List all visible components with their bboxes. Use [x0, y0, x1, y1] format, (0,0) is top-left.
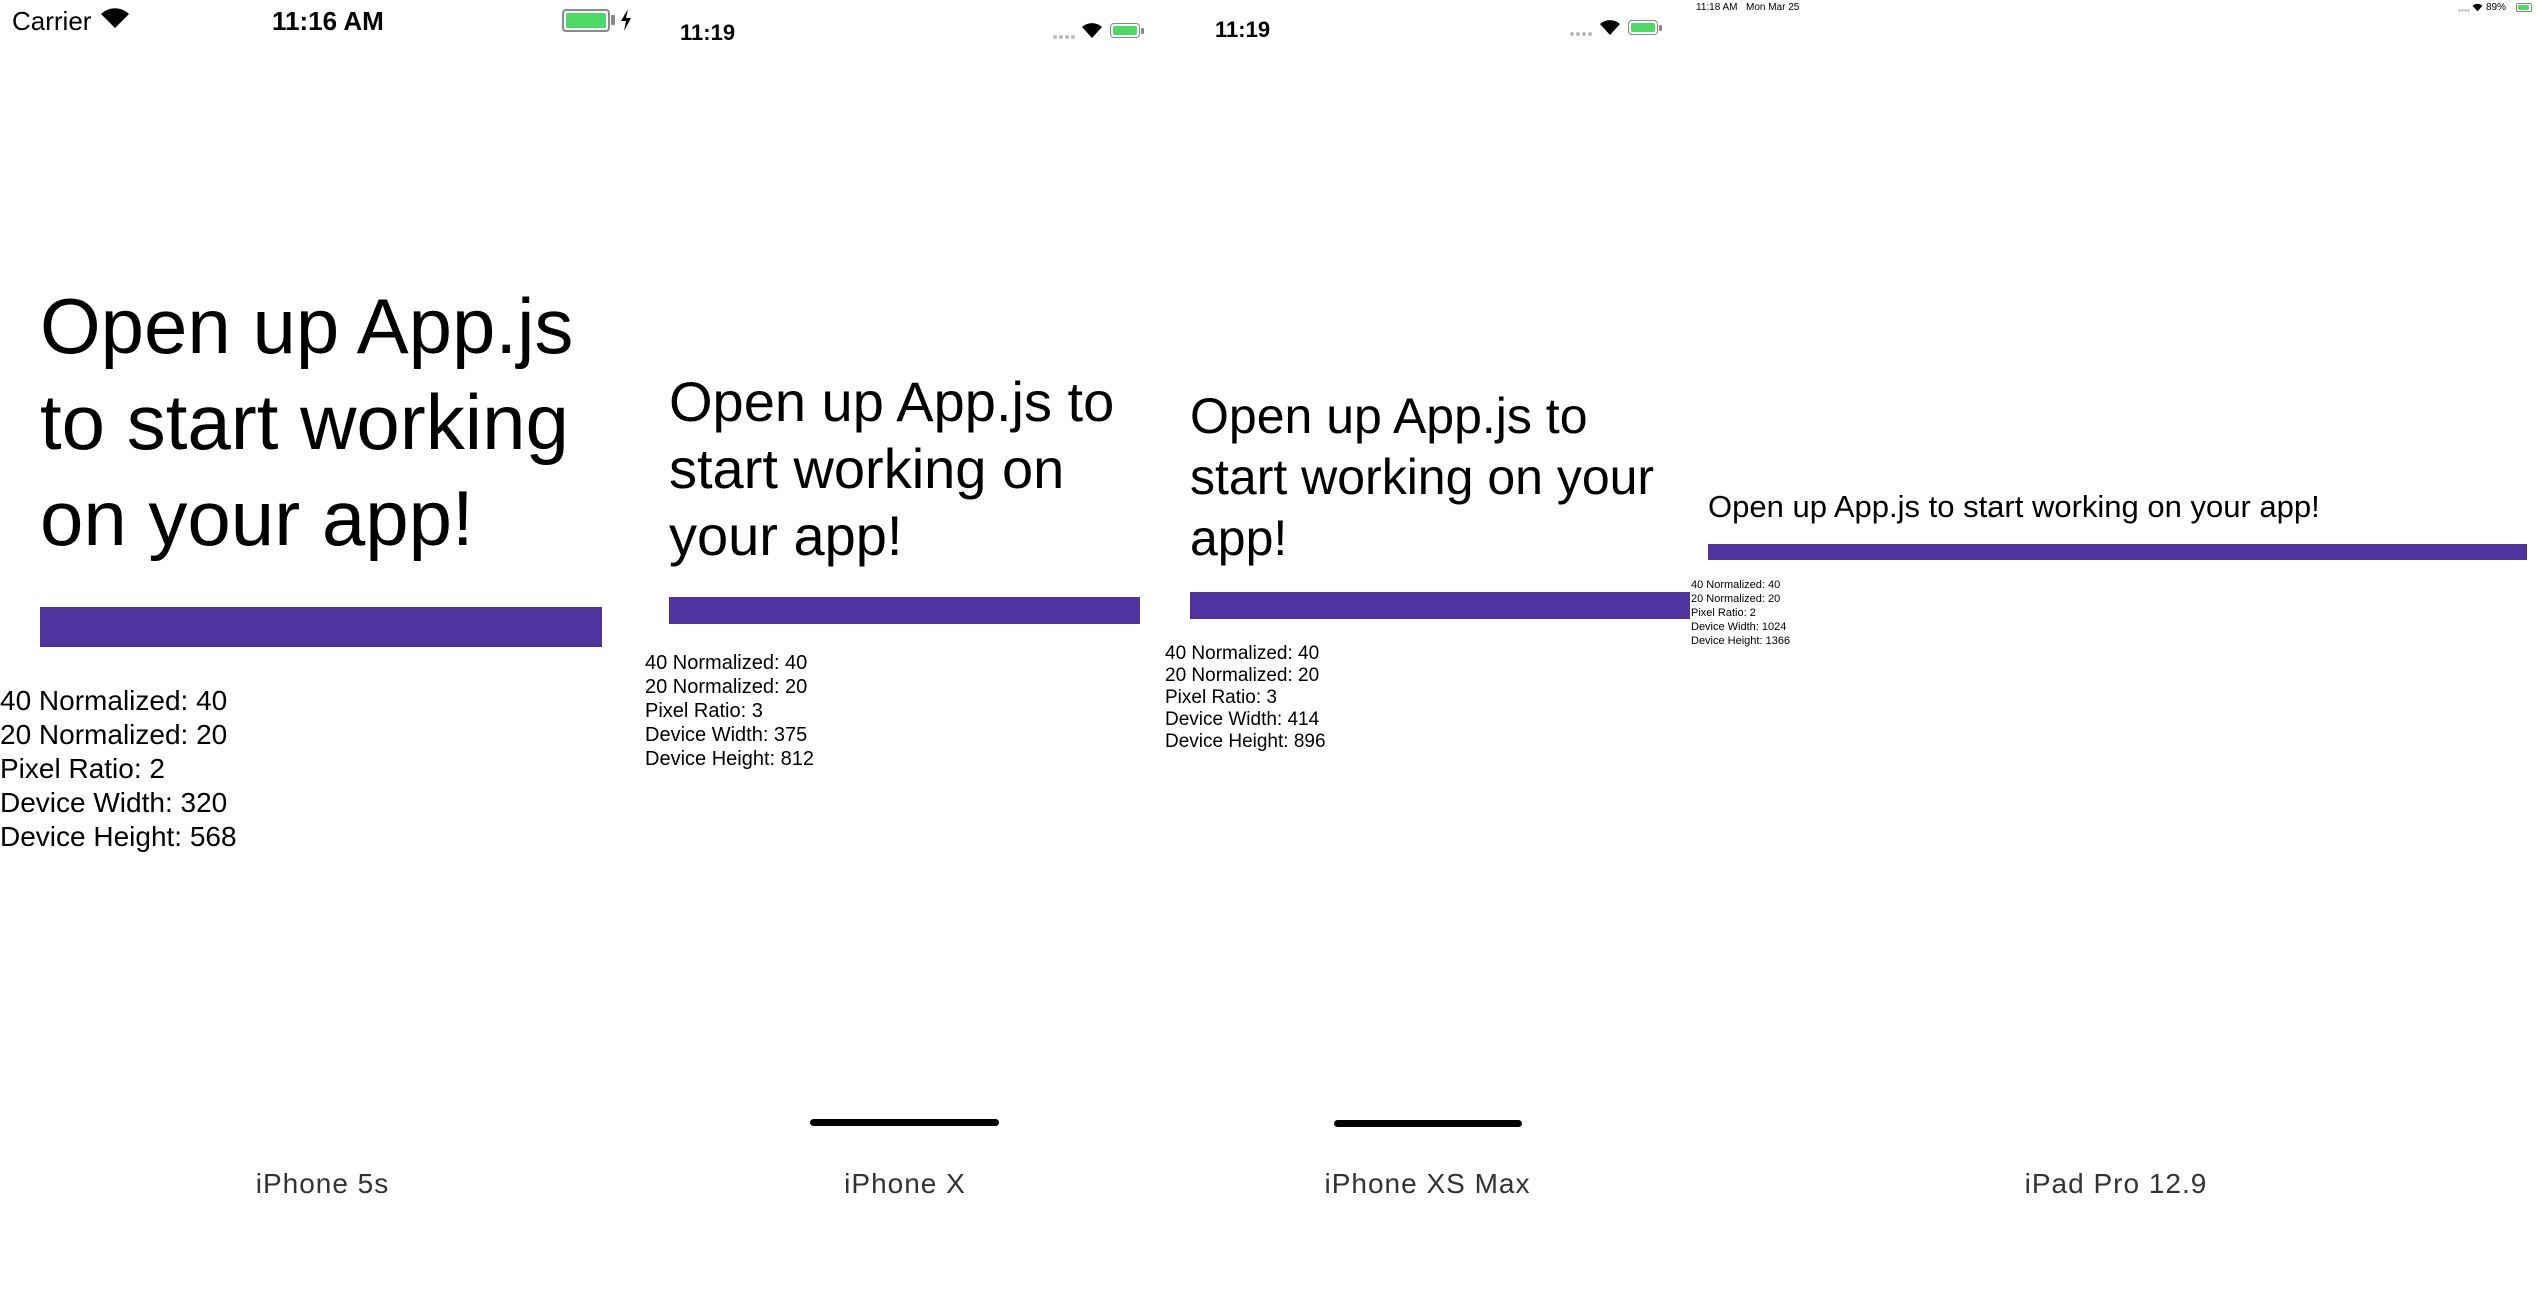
home-indicator: [1334, 1120, 1522, 1127]
status-date: Mon Mar 25: [1746, 2, 1800, 13]
status-time: 11:18 AM: [1696, 2, 1738, 13]
device-caption: iPhone XS Max: [1324, 1168, 1531, 1199]
home-indicator: [810, 1119, 999, 1126]
stat-line: Device Width: 320: [0, 787, 228, 818]
stat-line: 20 Normalized: 20: [1691, 593, 1781, 605]
stat-line: Pixel Ratio: 3: [645, 700, 763, 722]
stats-list: 40 Normalized: 40 20 Normalized: 20 Pixe…: [0, 684, 237, 854]
status-bar: 11:18 AM Mon Mar 25 89%: [1690, 0, 2542, 18]
battery-tip: [1141, 28, 1144, 34]
headline: Open up App.js to start working on your …: [40, 282, 574, 562]
accent-bar: [1708, 544, 2527, 560]
stat-line: Device Height: 896: [1165, 731, 1326, 752]
stat-line: Pixel Ratio: 2: [1691, 607, 1756, 619]
battery-percent: 89%: [2486, 2, 2507, 13]
signal-icon: [2458, 9, 2470, 12]
accent-bar: [669, 597, 1140, 624]
device-iphone-x: 11:19 Open up App.js to start working on…: [645, 0, 1165, 1300]
headline: Open up App.js to start working on your …: [669, 370, 1115, 567]
battery-tip: [1659, 25, 1662, 31]
accent-bar: [40, 607, 602, 647]
battery-icon: [562, 9, 610, 32]
battery-icon: [1628, 20, 1658, 35]
stat-line: 40 Normalized: 40: [1691, 579, 1781, 591]
stat-line: Device Width: 1024: [1691, 621, 1787, 633]
status-time: 11:19: [1215, 17, 1271, 42]
device-ipad-pro-12-9: 11:18 AM Mon Mar 25 89% Open up App.js t…: [1690, 0, 2542, 1300]
stats-list: 40 Normalized: 40 20 Normalized: 20 Pixe…: [1691, 578, 1790, 648]
battery-icon: [2516, 3, 2532, 12]
accent-bar: [1190, 592, 1690, 619]
device-iphone-xs-max: 11:19 Open up App.js to start working on…: [1165, 0, 1690, 1300]
stat-line: Device Width: 375: [645, 724, 808, 746]
carrier-label: Carrier: [12, 6, 92, 36]
wifi-icon: [1599, 19, 1621, 36]
headline: Open up App.js to start working on your …: [1708, 489, 2320, 524]
stat-line: Device Width: 414: [1165, 709, 1320, 730]
device-caption: iPhone X: [844, 1168, 966, 1199]
status-bar: 11:19: [1165, 0, 1690, 50]
stat-line: 40 Normalized: 40: [0, 685, 228, 716]
stats-list: 40 Normalized: 40 20 Normalized: 20 Pixe…: [645, 651, 814, 771]
stat-line: 40 Normalized: 40: [1165, 643, 1320, 664]
stat-line: Pixel Ratio: 2: [0, 753, 165, 784]
status-time: 11:16 AM: [272, 6, 384, 36]
battery-tip: [611, 15, 615, 25]
status-bar: Carrier 11:16 AM: [0, 0, 645, 40]
signal-icon: [1053, 34, 1077, 40]
stat-line: Device Height: 568: [0, 821, 237, 852]
device-caption: iPhone 5s: [255, 1168, 390, 1199]
stat-line: Pixel Ratio: 3: [1165, 687, 1277, 708]
wifi-icon: [2472, 3, 2483, 12]
battery-icon: [1110, 23, 1140, 38]
wifi-icon: [100, 7, 130, 29]
stats-list: 40 Normalized: 40 20 Normalized: 20 Pixe…: [1165, 643, 1326, 753]
device-caption: iPad Pro 12.9: [2024, 1168, 2208, 1199]
wifi-icon: [1081, 22, 1103, 39]
stat-line: 20 Normalized: 20: [0, 719, 228, 750]
stat-line: Device Height: 812: [645, 748, 814, 770]
stat-line: 20 Normalized: 20: [645, 676, 808, 698]
stat-line: 20 Normalized: 20: [1165, 665, 1320, 686]
device-iphone-5s: Carrier 11:16 AM Open up App.js to start…: [0, 0, 645, 1300]
headline: Open up App.js to start working on your …: [1190, 388, 1655, 566]
stat-line: Device Height: 1366: [1691, 635, 1791, 647]
status-time: 11:19: [680, 20, 736, 45]
stat-line: 40 Normalized: 40: [645, 652, 808, 674]
signal-icon: [1570, 31, 1594, 37]
status-bar: 11:19: [645, 0, 1165, 50]
charging-icon: [620, 9, 632, 31]
